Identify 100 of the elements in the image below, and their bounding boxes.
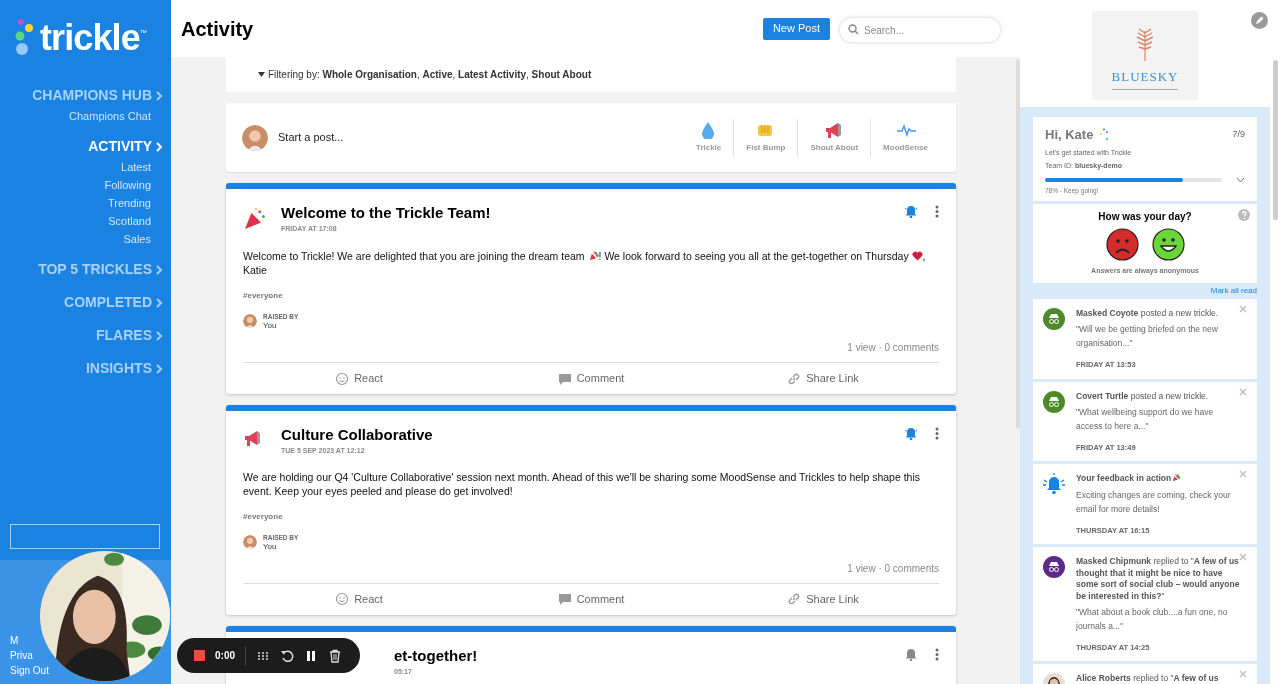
chevron-right-icon xyxy=(155,329,163,342)
party-popper-icon xyxy=(1171,474,1181,484)
footer-link[interactable]: Priva xyxy=(10,648,33,663)
post-type-button[interactable]: Shout About xyxy=(797,118,871,157)
user-avatar-icon xyxy=(243,534,257,549)
author-name: You xyxy=(263,541,278,551)
post-action-button[interactable]: React xyxy=(335,590,383,608)
caret-down-icon xyxy=(258,72,265,77)
nav-section-link[interactable]: TOP 5 TRICKLES xyxy=(38,259,163,280)
post-stats: 1 view · 0 comments xyxy=(847,341,939,355)
chevron-right-icon xyxy=(155,362,163,375)
nav-item-link[interactable]: Scotland xyxy=(108,212,151,230)
close-icon xyxy=(1239,387,1247,396)
post-action-button[interactable]: Share Link xyxy=(787,370,859,387)
hashtag-link[interactable]: #everyone xyxy=(243,290,939,302)
page-title: Activity xyxy=(181,16,254,42)
nav-item-link[interactable]: Sales xyxy=(123,230,151,248)
more-options-icon xyxy=(935,647,939,661)
author-name: You xyxy=(263,321,278,330)
more-options-icon xyxy=(935,205,939,218)
trash-icon[interactable] xyxy=(328,648,342,663)
post-title: et-together! xyxy=(394,645,479,666)
greeting-text: Hi, Kate xyxy=(1045,126,1094,144)
close-icon xyxy=(1239,470,1247,479)
notification-text: Your feedback in action xyxy=(1076,473,1241,485)
mark-all-read-link[interactable]: Mark all read xyxy=(1210,285,1257,296)
close-icon xyxy=(1239,670,1247,679)
palm-leaf-icon xyxy=(1135,27,1155,61)
footer-link[interactable]: M xyxy=(10,633,19,648)
post-action-button[interactable]: React xyxy=(335,370,383,387)
progress-count: 7/9 xyxy=(1232,128,1245,141)
party-popper-icon xyxy=(587,251,599,262)
chevron-down-icon xyxy=(1236,176,1245,183)
comment-icon xyxy=(557,592,572,606)
heart-icon xyxy=(911,251,923,261)
link-icon xyxy=(787,371,802,386)
notification-quote: "Will we be getting briefed on the new organisation..." xyxy=(1076,323,1219,351)
user-avatar-icon xyxy=(242,124,268,151)
logo-text: trickle xyxy=(40,20,140,56)
new-post-button[interactable]: New Post xyxy=(762,17,830,40)
hashtag-link[interactable]: #everyone xyxy=(243,510,939,523)
smiley-icon xyxy=(335,371,350,386)
search-icon xyxy=(848,23,859,35)
chevron-right-icon xyxy=(155,140,163,153)
notification-quote: "What wellbeing support do we have access to here a..." xyxy=(1076,406,1215,433)
notification-quote: "What about a book club....a fun one, no journals a..." xyxy=(1076,606,1229,633)
help-icon xyxy=(1238,209,1250,222)
post-action-button[interactable]: Share Link xyxy=(787,590,859,608)
comment-icon xyxy=(557,371,572,386)
pause-icon[interactable] xyxy=(304,648,318,663)
notification-card[interactable] xyxy=(1033,547,1257,662)
sad-face-icon xyxy=(1105,228,1139,262)
notification-text: Alice Roberts replied to "A few of us xyxy=(1076,673,1220,684)
chevron-right-icon xyxy=(155,89,163,102)
notification-quote: Exciting changes are coming, check your email for more details! xyxy=(1076,488,1232,516)
filter-summary: Filtering by: Whole Organisation, Active, Latest Activity, Shout About xyxy=(268,68,592,82)
nav-item-link[interactable]: Trending xyxy=(108,194,151,212)
notification-text: Masked Chipmunk replied to "A few of us thought that it might be nice to have some sort of social club – would anyone be interested in this?" xyxy=(1076,556,1241,602)
close-icon xyxy=(1239,553,1247,561)
bell-icon xyxy=(1043,473,1065,496)
post-action-button[interactable]: Comment xyxy=(557,590,625,608)
more-options-icon xyxy=(935,427,939,440)
nav-item-link[interactable]: Champions Chat xyxy=(69,107,151,125)
footer-link[interactable]: Sign Out xyxy=(10,663,49,678)
nav-section-link[interactable]: FLARES xyxy=(96,325,163,346)
chevron-right-icon xyxy=(155,263,163,276)
post-action-button[interactable]: Comment xyxy=(557,370,625,387)
post-type-button[interactable]: Trickle xyxy=(683,118,734,157)
nav-section-link[interactable]: ACTIVITY xyxy=(88,136,163,157)
happy-face-icon xyxy=(1151,228,1185,262)
restart-icon[interactable] xyxy=(280,648,294,663)
post-stats: 1 view · 0 comments xyxy=(847,561,939,576)
smiley-icon xyxy=(335,592,350,606)
bell-icon[interactable] xyxy=(905,427,917,440)
post-type-button[interactable]: MoodSense xyxy=(870,118,940,157)
post-title: Welcome to the Trickle Team! xyxy=(281,203,492,223)
nav-section-link[interactable]: INSIGHTS xyxy=(85,358,163,379)
notification-text: Masked Coyote posted a new trickle. xyxy=(1076,307,1220,320)
close-icon xyxy=(1239,304,1247,313)
post-prompt-field[interactable]: Start a post... xyxy=(278,129,684,146)
recording-timer: 0:00 xyxy=(215,649,235,663)
company-name: BLUESKY xyxy=(1111,67,1179,90)
bell-icon[interactable] xyxy=(905,647,917,661)
link-icon xyxy=(787,592,802,606)
post-type-button[interactable]: Fist Bump xyxy=(733,118,798,157)
post-body: Welcome to Trickle! We are delighted that you are joining the dream team ! We look forward to seeing you all at the get-together on Thursday , Katie xyxy=(243,249,927,277)
notification-card[interactable]: Alice Roberts replied to "A few of us xyxy=(1033,664,1257,684)
nav-section-link[interactable]: COMPLETED xyxy=(64,292,163,313)
user-avatar-icon xyxy=(243,314,257,328)
notification-text: Covert Turtle posted a new trickle. xyxy=(1076,390,1210,402)
chevron-right-icon xyxy=(155,296,163,309)
nav-section-link[interactable]: CHAMPIONS HUB xyxy=(32,85,163,106)
mood-question: How was your day? xyxy=(1098,210,1192,225)
nav-item-link[interactable]: Following xyxy=(104,176,151,194)
party-popper-icon xyxy=(243,207,267,231)
search-field[interactable]: Search... xyxy=(840,18,1000,42)
bell-icon[interactable] xyxy=(905,205,917,218)
post-title: Culture Collaborative xyxy=(281,425,434,445)
nav-item-link[interactable]: Latest xyxy=(121,158,151,176)
post-body: We are holding our Q4 'Culture Collaborative' session next month. Ahead of this we'll be sharing some MoodSense and Trickles to help shape this event. Keep your eyes peeled and please do get involved! xyxy=(243,469,922,498)
